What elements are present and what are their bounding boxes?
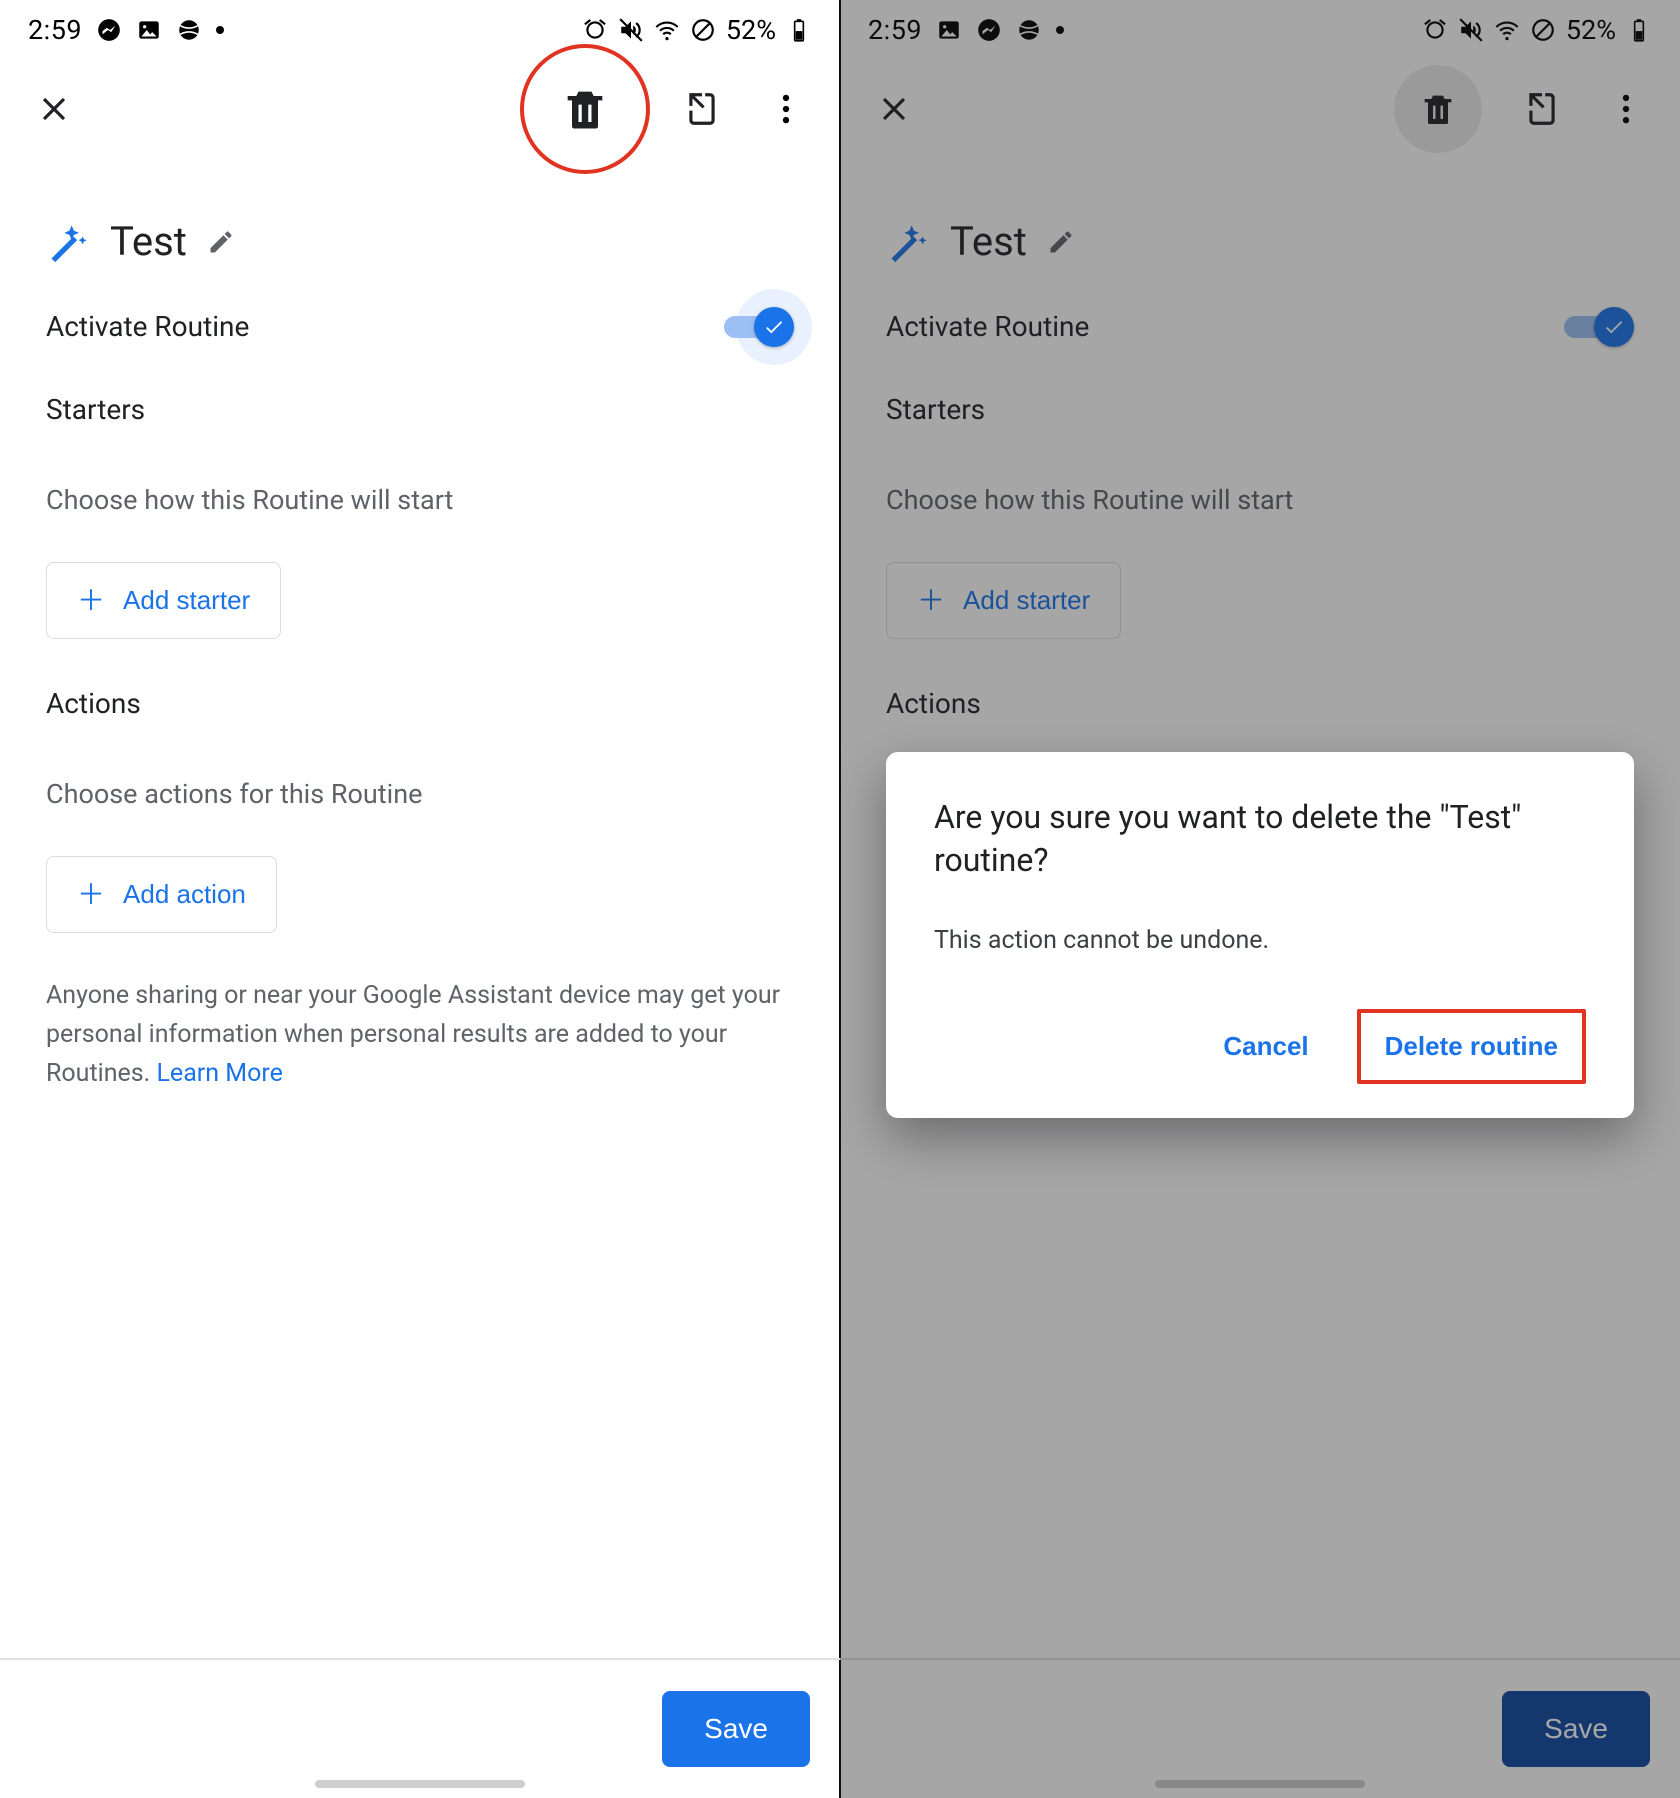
- no-data-icon: [690, 17, 716, 43]
- starters-heading: Starters: [46, 393, 794, 426]
- more-options-button[interactable]: [762, 85, 810, 133]
- alarm-icon: [582, 17, 608, 43]
- save-button[interactable]: Save: [662, 1691, 810, 1767]
- actions-heading: Actions: [46, 687, 794, 720]
- disclaimer-text: Anyone sharing or near your Google Assis…: [46, 977, 794, 1093]
- dialog-title: Are you sure you want to delete the "Tes…: [934, 796, 1586, 882]
- actions-sub: Choose actions for this Routine: [46, 778, 794, 810]
- wifi-icon: [654, 17, 680, 43]
- phone-right: 2:59 52%: [840, 0, 1680, 1798]
- activate-routine-toggle[interactable]: [724, 307, 794, 345]
- status-time: 2:59: [28, 14, 82, 46]
- dialog-cancel-button[interactable]: Cancel: [1199, 1009, 1332, 1084]
- photos-icon: [136, 17, 162, 43]
- learn-more-link[interactable]: Learn More: [156, 1059, 282, 1088]
- bottom-bar: Save: [0, 1658, 840, 1798]
- home-indicator: [315, 1780, 525, 1788]
- app-bar: [0, 60, 840, 158]
- mute-icon: [618, 17, 644, 43]
- add-action-button[interactable]: ＋ Add action: [46, 856, 277, 933]
- edit-title-button[interactable]: [207, 228, 235, 256]
- messenger-icon: [96, 17, 122, 43]
- delete-confirm-dialog: Are you sure you want to delete the "Tes…: [886, 752, 1634, 1118]
- baseball-icon: [176, 17, 202, 43]
- add-starter-label: Add starter: [123, 585, 250, 616]
- delete-routine-button[interactable]: [520, 44, 650, 174]
- dialog-delete-button[interactable]: Delete routine: [1357, 1009, 1586, 1084]
- notification-dot-icon: [216, 26, 224, 34]
- battery-percent: 52%: [726, 14, 776, 46]
- starters-sub: Choose how this Routine will start: [46, 484, 794, 516]
- add-action-label: Add action: [123, 879, 246, 910]
- add-shortcut-button[interactable]: [678, 85, 726, 133]
- battery-icon: [786, 17, 812, 43]
- add-starter-button[interactable]: ＋ Add starter: [46, 562, 281, 639]
- activate-routine-label: Activate Routine: [46, 310, 249, 343]
- routine-title: Test: [110, 218, 187, 265]
- routine-wand-icon: [46, 220, 90, 264]
- close-button[interactable]: [30, 85, 78, 133]
- phone-left: 2:59 52%: [0, 0, 840, 1798]
- routine-content: Test Activate Routine Starters Choose ho…: [0, 158, 840, 1093]
- dialog-body: This action cannot be undone.: [934, 926, 1586, 955]
